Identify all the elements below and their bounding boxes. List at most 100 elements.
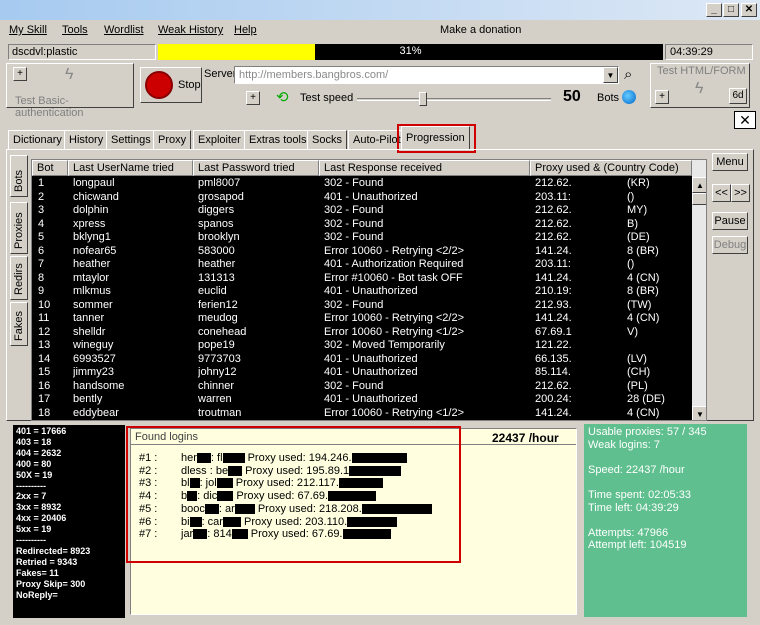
scroll-up-button[interactable]: ▲ — [692, 177, 706, 193]
stat-line: 401 = 17666 — [16, 426, 67, 436]
table-cell: 141.24. — [535, 406, 572, 419]
table-cell: 1 — [38, 177, 45, 189]
table-row[interactable]: 5 bklyng1 brooklyn 302 - Found 212.62. (DE) — [32, 231, 692, 245]
table-cell: 212.62. — [535, 379, 572, 392]
tab-history[interactable]: History — [64, 130, 109, 150]
table-row[interactable]: 15 jimmy23 johny12 401 - Unauthorized 85.114… — [32, 366, 692, 380]
table-row[interactable]: 12 shelldr conehead Error 10060 - Retrying … — [32, 326, 692, 340]
col-response[interactable]: Last Response received — [319, 160, 530, 176]
summary-line: Attempts: 47966 — [588, 526, 669, 539]
table-row[interactable]: 16 handsome chinner 302 - Found 212.62. (PL) — [32, 380, 692, 394]
table-row[interactable]: 17 bently warren 401 - Unauthorized 200.24: 2… — [32, 393, 692, 407]
table-cell: 302 - Found — [324, 231, 384, 243]
add-icon[interactable]: + — [13, 67, 27, 81]
summary-line: Attempt left: 104519 — [588, 539, 687, 552]
rate-label: 22437 /hour — [492, 431, 559, 445]
minimize-button[interactable]: _ — [706, 3, 722, 17]
summary-line: Usable proxies: 57 / 345 — [588, 426, 707, 438]
stop-button[interactable]: Stop — [140, 67, 202, 103]
table-scrollbar[interactable]: ▲ ▼ — [692, 160, 706, 420]
table-cell: 302 - Found — [324, 217, 384, 230]
tab-exploiter[interactable]: Exploiter — [193, 130, 246, 150]
scroll-thumb[interactable] — [692, 193, 706, 205]
test-html-label[interactable]: Test HTML/FORM — [657, 65, 746, 77]
refresh-icon[interactable]: ⟲ — [276, 88, 289, 106]
stat-line: 3xx = 8932 — [16, 502, 62, 513]
table-row[interactable]: 1 longpaul pml8007 302 - Found 212.62. (KR) — [32, 177, 692, 191]
server-input[interactable]: http://members.bangbros.com/ — [234, 66, 619, 84]
speed-value: 50 — [563, 88, 581, 105]
next-button[interactable]: >> — [731, 184, 750, 202]
menu-button[interactable]: Menu — [712, 153, 748, 171]
add-page-icon[interactable]: + — [246, 91, 260, 105]
table-row[interactable]: 13 wineguy pope19 302 - Moved Temporarily 12… — [32, 339, 692, 353]
sixd-button[interactable]: 6d — [729, 88, 747, 104]
table-cell: handsome — [73, 379, 125, 392]
table-row[interactable]: 6 nofear65 583000 Error 10060 - Retrying <2… — [32, 245, 692, 259]
table-cell: () — [627, 190, 635, 203]
col-password[interactable]: Last Password tried — [193, 160, 319, 176]
side-tab-proxies[interactable]: Proxies — [10, 202, 28, 254]
table-row[interactable]: 2 chicwand grosapod 401 - Unauthorized 203.1… — [32, 191, 692, 205]
search-icon[interactable]: ⌕ — [624, 66, 632, 83]
close-button[interactable]: ✕ — [741, 3, 757, 17]
table-cell: 401 - Unauthorized — [324, 366, 418, 378]
col-username[interactable]: Last UserName tried — [68, 160, 193, 176]
stat-line: 50X = 19 — [16, 469, 53, 480]
side-tab-fakes[interactable]: Fakes — [10, 302, 28, 346]
table-row[interactable]: 7 heather heather 401 - Authorization Requi… — [32, 258, 692, 272]
table-cell: 9773703 — [198, 352, 241, 365]
side-tab-redirs[interactable]: Redirs — [10, 256, 28, 300]
table-row[interactable]: 10 sommer ferien12 302 - Found 212.93. (TW) — [32, 299, 692, 313]
close-panel-icon[interactable]: ✕ — [734, 111, 756, 129]
table-row[interactable]: 3 dolphin diggers 302 - Found 212.62. MY) — [32, 204, 692, 218]
table-cell: 212.93. — [535, 298, 572, 311]
table-cell: brooklyn — [198, 231, 240, 243]
server-dropdown-button[interactable]: ▼ — [603, 67, 618, 83]
table-cell: 13 — [38, 339, 51, 351]
tab-socks[interactable]: Socks — [307, 130, 347, 150]
table-cell: 9 — [38, 285, 45, 297]
table-row[interactable]: 8 mtaylor 131313 Error #10060 - Bot task OF… — [32, 272, 692, 286]
menu-donation[interactable]: Make a donation — [440, 24, 521, 36]
col-proxy[interactable]: Proxy used & (Country Code) — [530, 160, 692, 176]
tab-proxy[interactable]: Proxy — [153, 130, 192, 150]
table-row[interactable]: 14 6993527 9773703 401 - Unauthorized 66.135… — [32, 353, 692, 367]
table-cell: 7 — [38, 258, 45, 270]
tab-settings[interactable]: Settings — [106, 130, 156, 150]
pause-button[interactable]: Pause — [712, 212, 748, 230]
col-bot[interactable]: Bot — [32, 160, 68, 176]
table-row[interactable]: 18 eddybear troutman Error 10060 - Retrying… — [32, 407, 692, 421]
debug-button[interactable]: Debug — [712, 236, 748, 254]
table-cell: diggers — [198, 204, 235, 216]
table-cell: xpress — [73, 217, 106, 230]
speed-slider-track[interactable] — [357, 98, 551, 101]
menu-tools[interactable]: Tools — [62, 24, 88, 36]
side-tab-bots[interactable]: Bots — [10, 155, 28, 197]
tab-dictionary[interactable]: Dictionary — [8, 130, 67, 150]
table-cell: 131313 — [198, 271, 235, 284]
scroll-down-button[interactable]: ▼ — [692, 406, 706, 420]
table-cell: 141.24. — [535, 271, 572, 284]
table-cell: dolphin — [73, 204, 109, 216]
add-icon[interactable]: + — [655, 90, 669, 104]
test-basic-label[interactable]: Test Basic-authentication — [15, 95, 133, 119]
menu-weak-history[interactable]: Weak History — [158, 24, 223, 36]
bots-table: Bot Last UserName tried Last Password tr… — [31, 159, 707, 421]
progress-bar: 31% — [158, 44, 663, 60]
table-cell: 14 — [38, 352, 51, 365]
menu-help[interactable]: Help — [234, 24, 257, 36]
speed-slider-thumb[interactable] — [419, 92, 427, 106]
table-row[interactable]: 11 tanner meudog Error 10060 - Retrying <2/… — [32, 312, 692, 326]
bots-label: Bots — [597, 92, 620, 104]
response-stats: 401 = 17666 403 = 18 404 = 2632 400 = 80 50X… — [13, 425, 125, 618]
menu-my-skill[interactable]: My Skill — [9, 24, 47, 36]
table-cell: 583000 — [198, 244, 235, 257]
table-row[interactable]: 9 mlkmus euclid 401 - Unauthorized 210.19: 8 … — [32, 285, 692, 299]
table-row[interactable]: 4 xpress spanos 302 - Found 212.62. B) — [32, 218, 692, 232]
prev-button[interactable]: << — [712, 184, 731, 202]
menu-wordlist[interactable]: Wordlist — [104, 24, 144, 36]
stat-line: NoReply= — [16, 589, 58, 600]
tab-extras-tools[interactable]: Extras tools — [244, 130, 312, 150]
maximize-button[interactable]: □ — [723, 3, 739, 17]
